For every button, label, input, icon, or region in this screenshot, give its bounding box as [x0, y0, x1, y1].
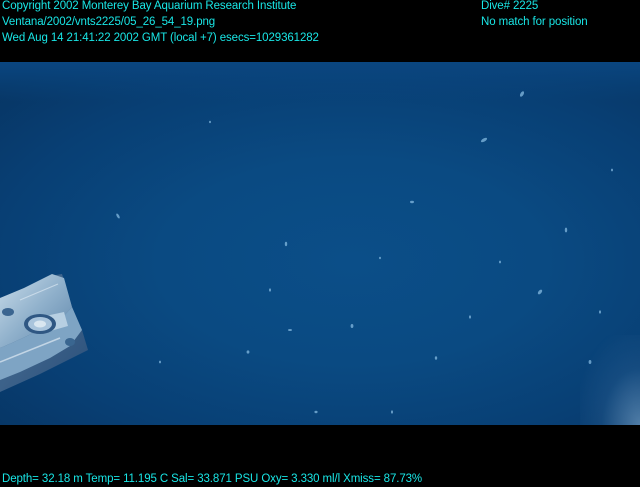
position-status: No match for position — [481, 16, 588, 28]
underwater-video-frame — [0, 62, 640, 425]
image-path-line: Ventana/2002/vnts2225/05_26_54_19.png — [2, 16, 216, 28]
telemetry-readout: Depth= 32.18 m Temp= 11.195 C Sal= 33.87… — [2, 473, 423, 485]
robotic-arm-claw — [0, 274, 88, 392]
copyright-line: Copyright 2002 Monterey Bay Aquarium Res… — [2, 0, 297, 12]
marine-snow-particles — [116, 91, 613, 414]
underwater-scene — [0, 91, 613, 414]
header-info-block: Copyright 2002 Monterey Bay Aquarium Res… — [2, 0, 319, 46]
timestamp-line: Wed Aug 14 21:41:22 2002 GMT (local +7) … — [2, 32, 319, 44]
dive-number: Dive# 2225 — [481, 0, 539, 12]
dive-info-block: Dive# 2225 No match for position — [481, 0, 588, 30]
